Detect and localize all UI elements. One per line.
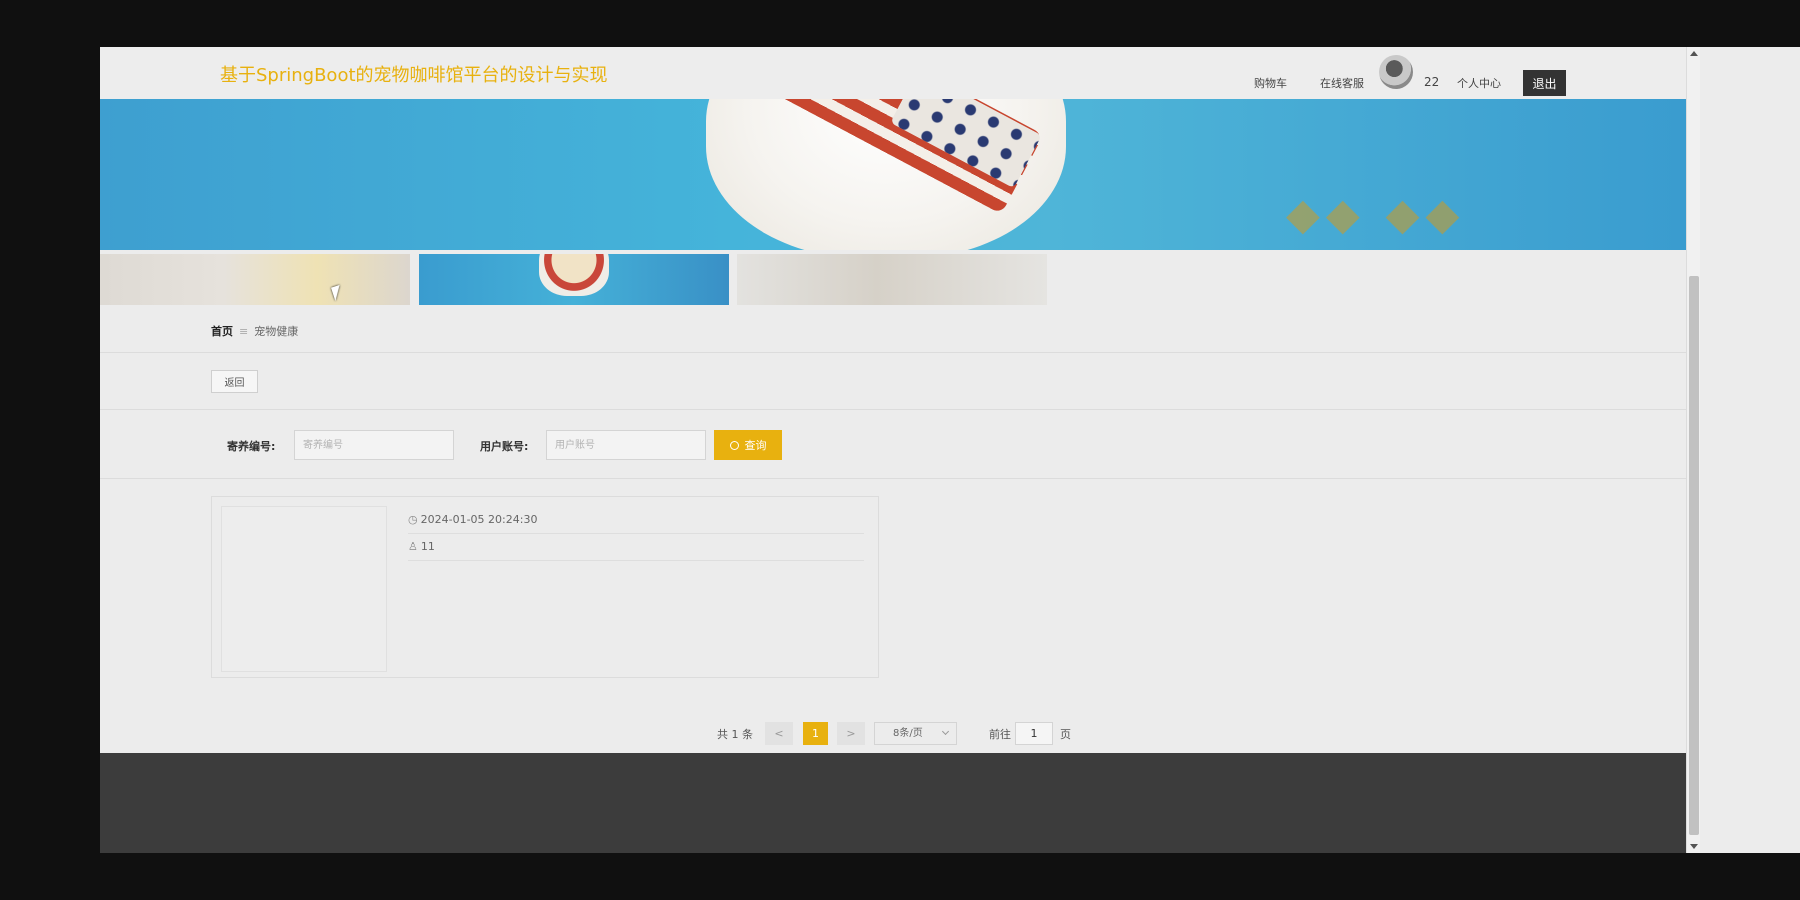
logout-button[interactable]: 退出 [1523,70,1566,96]
pagination-goto-suffix: 页 [1060,728,1071,741]
foster-id-input[interactable] [294,430,454,460]
banner-carousel[interactable]: ◆◆ ◆◆ [100,99,1686,250]
carousel-thumbnail-2[interactable] [419,254,729,305]
search-button[interactable]: 查询 [714,430,782,460]
divider-1 [100,352,1686,353]
record-time-row: ◷ 2024-01-05 20:24:30 [408,507,864,534]
record-image [221,506,387,672]
search-icon [729,441,739,450]
record-user: 11 [420,540,435,553]
pagination-goto-prefix: 前往 [989,728,1011,741]
record-card[interactable]: ◷ 2024-01-05 20:24:30 ♙ 11 [211,496,879,678]
banner-logo-image: ◆◆ ◆◆ [1286,189,1466,240]
page-size-select[interactable]: 8条/页 [874,722,957,745]
breadcrumb-home[interactable]: 首页 [211,325,233,338]
nav-cart-link[interactable]: 购物车 [1254,75,1287,91]
pagination-goto-input[interactable] [1015,722,1053,745]
user-account-label: 用户账号: [480,440,529,453]
divider-2 [100,409,1686,410]
nav-profile-link[interactable]: 个人中心 [1457,75,1501,91]
divider-3 [100,478,1686,479]
pagination-page-1[interactable]: 1 [803,722,828,745]
carousel-thumbnail-3[interactable] [737,254,1047,305]
user-account-input[interactable] [546,430,706,460]
thumbnail-dog-image [539,254,609,296]
foster-id-label: 寄养编号: [227,440,276,453]
record-user-row: ♙ 11 [408,534,864,561]
breadcrumb-current: 宠物健康 [254,325,299,338]
scroll-down-icon[interactable] [1690,844,1698,849]
chevron-down-icon [941,727,950,736]
page-size-value: 8条/页 [893,728,923,739]
back-button[interactable]: 返回 [211,370,258,393]
page-footer [100,753,1686,853]
user-icon: ♙ [408,540,418,553]
search-button-label: 查询 [744,439,767,452]
browser-window: 基于SpringBoot的宠物咖啡馆平台的设计与实现 购物车 在线客服 22 个… [100,47,1800,853]
page-viewport: 基于SpringBoot的宠物咖啡馆平台的设计与实现 购物车 在线客服 22 个… [100,47,1686,853]
scroll-up-icon[interactable] [1690,51,1698,56]
clock-icon: ◷ [408,513,418,526]
breadcrumb: 首页 ≡ 宠物健康 [211,323,298,339]
pagination-next-button[interactable]: > [837,722,865,745]
record-time: 2024-01-05 20:24:30 [420,513,538,526]
pagination-total: 共 1 条 [717,728,753,741]
carousel-thumbnail-1[interactable] [100,254,410,305]
nav-support-link[interactable]: 在线客服 [1320,75,1364,91]
vertical-scrollbar[interactable] [1686,47,1700,853]
site-title[interactable]: 基于SpringBoot的宠物咖啡馆平台的设计与实现 [220,61,608,87]
username-label: 22 [1424,75,1440,89]
pagination-prev-button[interactable]: < [765,722,793,745]
scrollbar-thumb[interactable] [1689,276,1699,835]
breadcrumb-separator-icon: ≡ [239,325,249,338]
top-header: 基于SpringBoot的宠物咖啡馆平台的设计与实现 购物车 在线客服 22 个… [100,47,1686,99]
user-avatar[interactable] [1379,55,1413,89]
